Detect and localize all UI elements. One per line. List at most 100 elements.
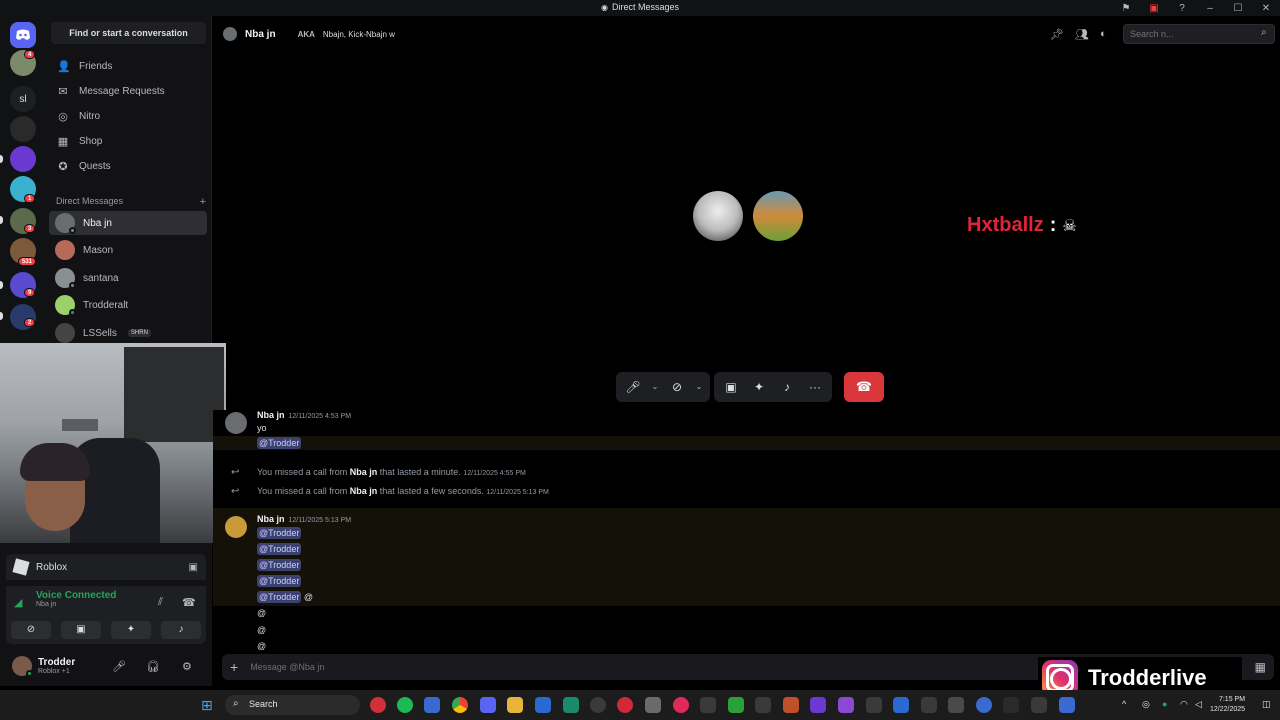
app-icon[interactable] — [810, 697, 826, 713]
app-icon[interactable] — [424, 697, 440, 713]
nav-shop[interactable]: ▦ Shop — [49, 129, 207, 153]
mic-icon[interactable]: 🎤︎ — [112, 660, 126, 673]
user-mention[interactable]: @Trodder — [257, 527, 302, 539]
call-participant-avatar[interactable] — [753, 191, 803, 241]
disconnect-icon[interactable]: ☎ — [182, 596, 196, 609]
app-icon[interactable] — [1003, 697, 1019, 713]
chevron-down-icon[interactable]: ⌄ — [692, 374, 706, 400]
user-mention[interactable]: @Trodder — [257, 559, 302, 571]
apps-icon[interactable]: ▦ — [1255, 660, 1266, 674]
add-friends-icon[interactable]: 👥︎ — [1075, 28, 1089, 41]
app-icon[interactable] — [893, 697, 909, 713]
windows-start-icon[interactable]: ⊞ — [201, 697, 213, 714]
noise-suppression-icon[interactable]: ⫽ — [158, 596, 163, 609]
file-explorer-icon[interactable] — [507, 697, 523, 713]
dm-item-lssells[interactable]: LSSells SHRN — [49, 321, 207, 345]
server-icon[interactable] — [10, 116, 36, 142]
nav-nitro[interactable]: ◎ Nitro — [49, 104, 207, 128]
gear-icon[interactable]: ⚙ — [182, 660, 192, 673]
taskbar-clock[interactable]: 7:15 PM 12/22/2025 — [1210, 695, 1245, 715]
user-mention[interactable]: @Trodder — [257, 543, 302, 555]
minimize-button[interactable]: – — [1196, 3, 1224, 14]
app-icon[interactable] — [728, 697, 744, 713]
nav-message-requests[interactable]: ✉ Message Requests — [49, 79, 207, 103]
tray-chevron-icon[interactable]: ^ — [1122, 699, 1126, 709]
chrome-icon[interactable] — [452, 697, 468, 713]
app-icon[interactable] — [1059, 697, 1075, 713]
app-icon[interactable] — [563, 697, 579, 713]
tray-icon[interactable]: ◎ — [1142, 699, 1150, 710]
app-icon[interactable] — [590, 697, 606, 713]
profile-icon[interactable]: ◐ — [1100, 28, 1107, 40]
camera-button[interactable]: ⊘ — [11, 621, 51, 639]
message-input[interactable]: Message @Nba jn — [250, 662, 324, 672]
headphones-icon[interactable]: 🎧︎ — [146, 660, 160, 673]
soundboard-button[interactable]: ♪ — [774, 374, 800, 400]
user-mention[interactable]: @Trodder — [257, 437, 302, 449]
app-icon[interactable] — [755, 697, 771, 713]
app-icon[interactable] — [921, 697, 937, 713]
app-icon[interactable] — [645, 697, 661, 713]
avatar[interactable] — [225, 516, 247, 538]
activities-button[interactable]: ✦ — [746, 374, 772, 400]
mic-icon[interactable]: ● — [1162, 699, 1167, 709]
app-icon[interactable] — [838, 697, 854, 713]
message-author[interactable]: Nba jn 12/11/2025 5:13 PM — [257, 514, 351, 524]
server-icon[interactable] — [10, 146, 36, 172]
dm-item-mason[interactable]: Mason — [49, 238, 207, 262]
close-button[interactable]: ✕ — [1252, 3, 1280, 14]
screen-share-icon[interactable]: ▣ — [1140, 3, 1168, 14]
dm-item-santana[interactable]: santana — [49, 266, 207, 290]
find-conversation-button[interactable]: Find or start a conversation — [51, 22, 206, 44]
volume-icon[interactable]: ◁ — [1195, 699, 1202, 710]
app-icon[interactable] — [700, 697, 716, 713]
user-mention[interactable]: @Trodder — [257, 575, 302, 587]
app-icon[interactable] — [673, 697, 689, 713]
home-button[interactable] — [10, 22, 36, 48]
taskbar-search[interactable]: ⌕ Search — [225, 695, 360, 715]
mic-button[interactable]: 🎤︎ — [620, 374, 646, 400]
message-author[interactable]: Nba jn 12/11/2025 4:53 PM — [257, 410, 351, 420]
dm-item-nba-jn[interactable]: Nba jn — [49, 211, 207, 235]
app-icon[interactable] — [783, 697, 799, 713]
help-icon[interactable]: ? — [1168, 3, 1196, 14]
add-dm-icon[interactable]: + — [200, 196, 206, 208]
search-input[interactable] — [1123, 24, 1275, 44]
app-icon[interactable] — [976, 697, 992, 713]
wifi-icon[interactable]: ◠ — [1180, 699, 1188, 710]
mic-group: 🎤︎ ⌄ ⊘ ⌄ — [616, 372, 710, 402]
nav-quests[interactable]: ✪ Quests — [49, 154, 207, 178]
dm-item-trodderalt[interactable]: Trodderalt — [49, 293, 207, 317]
app-icon[interactable] — [370, 697, 386, 713]
app-icon[interactable] — [535, 697, 551, 713]
chevron-down-icon[interactable]: ⌄ — [648, 374, 662, 400]
soundboard-button[interactable]: ♪ — [161, 621, 201, 639]
camera-off-button[interactable]: ⊘ — [664, 374, 690, 400]
avatar[interactable] — [225, 412, 247, 434]
discord-icon[interactable] — [480, 697, 496, 713]
maximize-button[interactable]: ☐ — [1224, 3, 1252, 14]
spotify-icon[interactable] — [397, 697, 413, 713]
user-mention[interactable]: @Trodder — [257, 591, 302, 603]
inbox-icon[interactable]: ⚑ — [1112, 3, 1140, 14]
channel-name[interactable]: Nba jn — [245, 29, 276, 40]
mail-icon: ✉ — [58, 85, 68, 98]
call-participant-avatar[interactable] — [693, 191, 743, 241]
screen-share-button[interactable]: ▣ — [61, 621, 101, 639]
app-icon[interactable] — [948, 697, 964, 713]
app-icon[interactable] — [617, 697, 633, 713]
pin-icon[interactable]: 📌︎ — [1050, 28, 1064, 41]
app-icon[interactable] — [1031, 697, 1047, 713]
more-button[interactable]: ··· — [802, 374, 828, 400]
app-icon[interactable] — [866, 697, 882, 713]
activities-button[interactable]: ✦ — [111, 621, 151, 639]
end-call-button[interactable]: ☎ — [844, 372, 884, 402]
screen-share-button[interactable]: ▣ — [718, 374, 744, 400]
server-icon[interactable]: sl — [10, 86, 36, 112]
stream-icon[interactable]: ▣ — [189, 562, 198, 573]
notification-bell-icon[interactable]: ◫ — [1262, 699, 1271, 710]
account-info[interactable]: Trodder Roblox +1 🎤︎ 🎧︎ ⚙ — [6, 650, 206, 682]
attach-plus-icon[interactable]: + — [230, 659, 238, 675]
activity-row[interactable]: Roblox ▣ — [6, 554, 206, 580]
nav-friends[interactable]: 👤 Friends — [49, 54, 207, 78]
